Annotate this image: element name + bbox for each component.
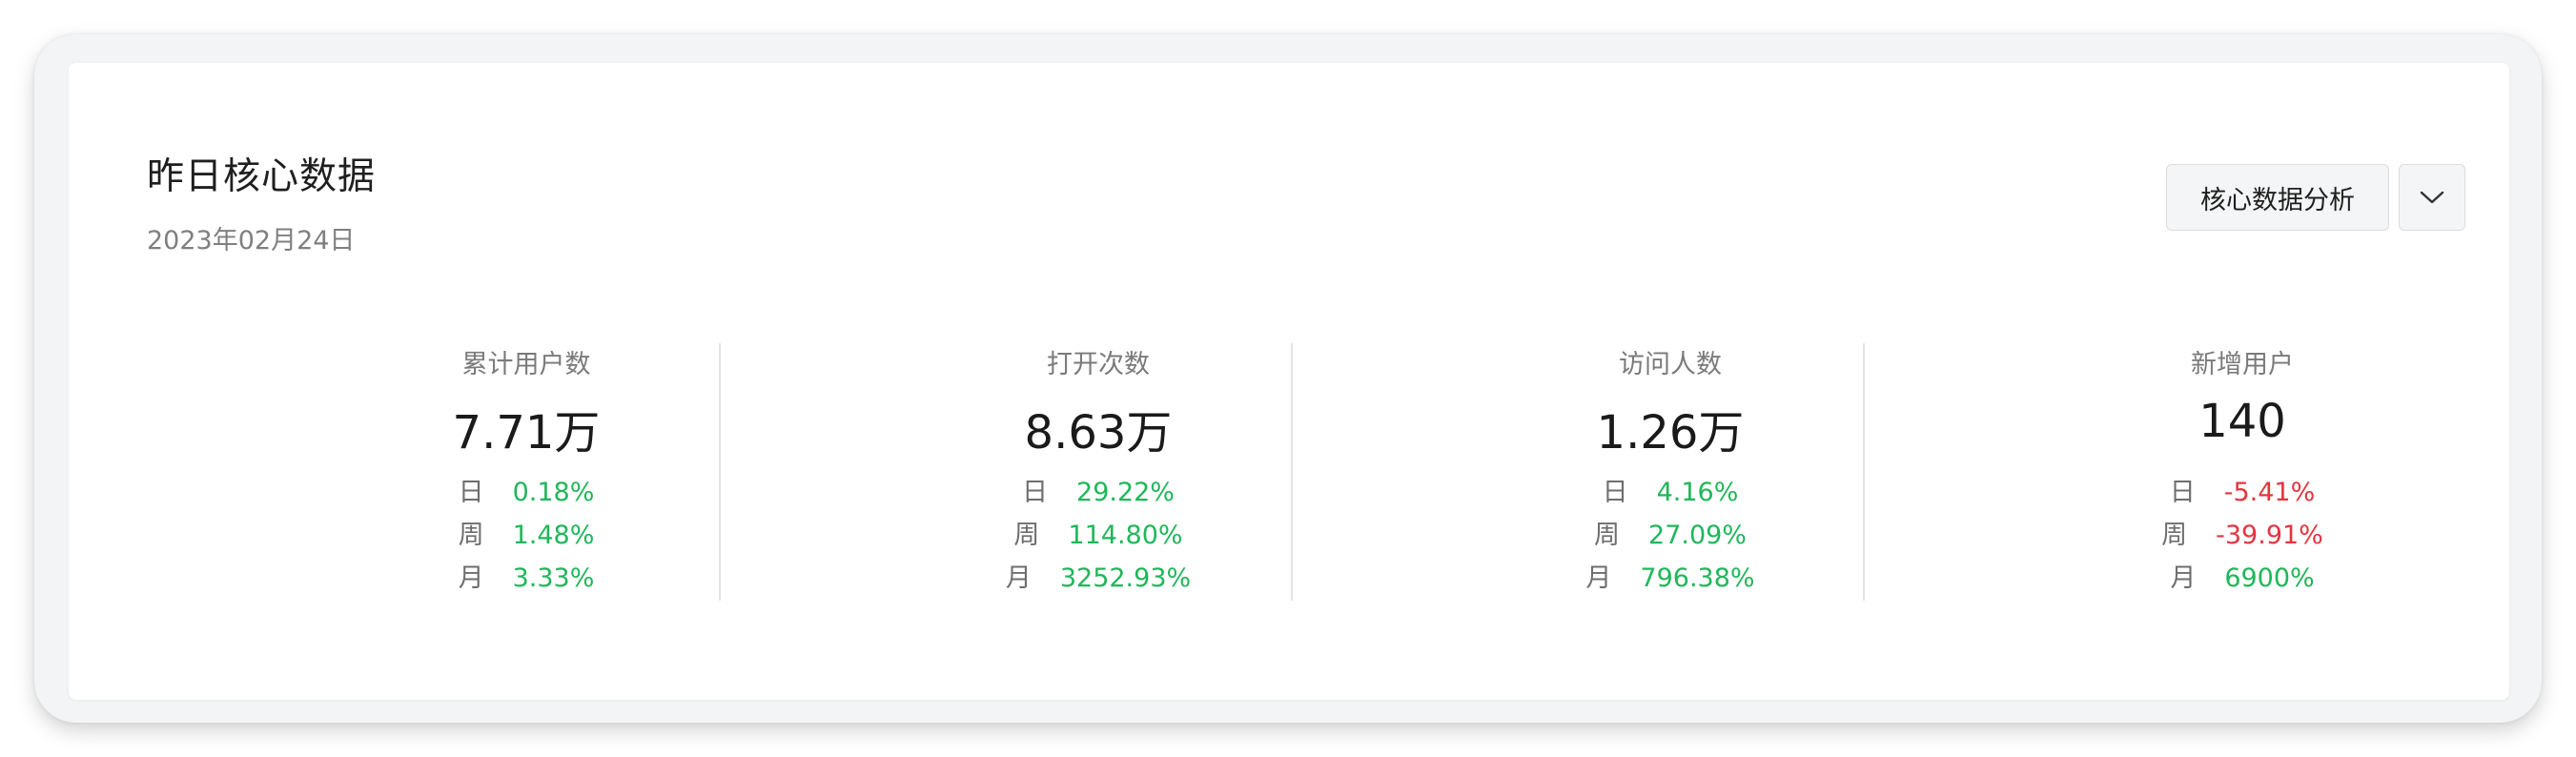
period-label: 日 bbox=[2169, 478, 2196, 507]
change-row-day: 日 29.22% bbox=[812, 471, 1384, 514]
column-divider bbox=[719, 343, 721, 601]
dropdown-button[interactable] bbox=[2399, 164, 2465, 231]
change-value: 6900% bbox=[2224, 563, 2315, 593]
stat-new-users: 新增用户 140 日 -5.41% 周 -39.91% 月 6900% bbox=[1956, 341, 2528, 599]
change-row-week: 周 114.80% bbox=[812, 514, 1384, 557]
change-row-week: 周 27.09% bbox=[1384, 514, 1956, 557]
stat-label: 打开次数 bbox=[1047, 350, 1150, 379]
period-label: 周 bbox=[1013, 521, 1040, 550]
stat-open-count: 打开次数 8.63万 日 29.22% 周 114.80% 月 3252.93% bbox=[812, 341, 1384, 599]
period-label: 日 bbox=[458, 478, 484, 507]
stat-label: 访问人数 bbox=[1619, 350, 1722, 379]
change-row-month: 月 3252.93% bbox=[812, 557, 1384, 600]
period-label: 周 bbox=[1594, 521, 1621, 550]
period-label: 月 bbox=[1585, 563, 1612, 593]
change-row-week: 周 1.48% bbox=[240, 514, 812, 557]
change-value: -5.41% bbox=[2223, 478, 2316, 507]
period-label: 日 bbox=[1602, 478, 1628, 507]
core-data-card: 昨日核心数据 2023年02月24日 核心数据分析 累计用户数 7.71万 日 … bbox=[69, 63, 2509, 700]
change-row-day: 日 -5.41% bbox=[1956, 471, 2528, 514]
change-row-day: 日 4.16% bbox=[1384, 471, 1956, 514]
change-row-month: 月 6900% bbox=[1956, 557, 2528, 600]
window-frame: 昨日核心数据 2023年02月24日 核心数据分析 累计用户数 7.71万 日 … bbox=[34, 34, 2542, 723]
change-value: 1.48% bbox=[512, 521, 595, 550]
stat-label: 新增用户 bbox=[2191, 350, 2294, 379]
period-label: 月 bbox=[1005, 563, 1032, 593]
stat-value: 1.26万 bbox=[1596, 406, 1745, 460]
change-value: 3252.93% bbox=[1059, 563, 1192, 593]
column-divider bbox=[1863, 343, 1865, 601]
change-value: -39.91% bbox=[2216, 521, 2323, 550]
period-label: 月 bbox=[2170, 563, 2197, 593]
column-divider bbox=[1291, 343, 1293, 601]
period-label: 月 bbox=[458, 563, 484, 593]
stats-row: 累计用户数 7.71万 日 0.18% 周 1.48% 月 3.33% 打开次数… bbox=[69, 341, 2509, 656]
change-value: 0.18% bbox=[512, 478, 595, 507]
report-date: 2023年02月24日 bbox=[147, 226, 356, 256]
change-value: 27.09% bbox=[1648, 521, 1747, 550]
period-label: 周 bbox=[458, 521, 484, 550]
change-row-day: 日 0.18% bbox=[240, 471, 812, 514]
change-row-week: 周 -39.91% bbox=[1956, 514, 2528, 557]
stat-total-users: 累计用户数 7.71万 日 0.18% 周 1.48% 月 3.33% bbox=[240, 341, 812, 599]
change-value: 4.16% bbox=[1656, 478, 1739, 507]
stat-value: 8.63万 bbox=[1024, 406, 1173, 460]
stat-value: 7.71万 bbox=[452, 406, 601, 460]
change-value: 114.80% bbox=[1068, 521, 1183, 550]
chevron-down-icon bbox=[2420, 191, 2444, 204]
change-row-month: 月 3.33% bbox=[240, 557, 812, 600]
change-value: 29.22% bbox=[1076, 478, 1175, 507]
card-title: 昨日核心数据 bbox=[147, 155, 377, 198]
change-row-month: 月 796.38% bbox=[1384, 557, 1956, 600]
change-value: 796.38% bbox=[1640, 563, 1755, 593]
core-data-analysis-button[interactable]: 核心数据分析 bbox=[2166, 164, 2389, 231]
stat-visitors: 访问人数 1.26万 日 4.16% 周 27.09% 月 796.38% bbox=[1384, 341, 1956, 599]
period-label: 周 bbox=[2161, 521, 2188, 550]
stat-value: 140 bbox=[2198, 395, 2286, 448]
change-value: 3.33% bbox=[512, 563, 595, 593]
stat-label: 累计用户数 bbox=[461, 350, 591, 379]
period-label: 日 bbox=[1022, 478, 1049, 507]
